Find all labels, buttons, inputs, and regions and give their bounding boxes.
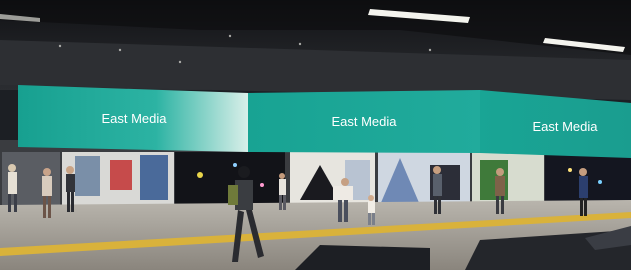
signage-label-center: East Media [331, 114, 397, 129]
digital-signage-banner: East Media East Media East Media [18, 85, 631, 158]
signage-label-left: East Media [101, 111, 167, 126]
station-concourse-scene: East Media East Media East Media [0, 0, 631, 270]
signage-label-right: East Media [532, 119, 598, 134]
scene-illustration: East Media East Media East Media [0, 0, 631, 270]
